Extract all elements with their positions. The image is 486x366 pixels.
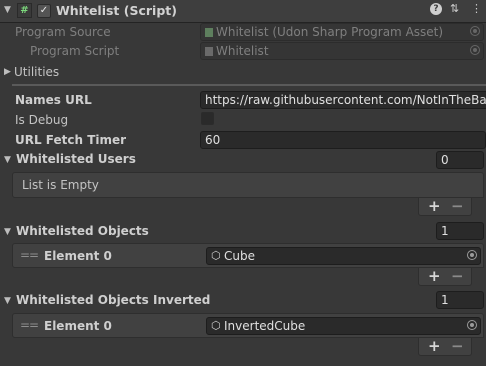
section-divider — [12, 84, 486, 86]
object-picker-icon[interactable] — [470, 45, 480, 55]
program-source-field[interactable]: Whitelist (Udon Sharp Program Asset) — [200, 23, 484, 41]
element-label: Element 0 — [44, 319, 112, 333]
object-picker-icon[interactable] — [467, 250, 477, 260]
whitelisted-objects-footer: + − — [418, 268, 472, 286]
component-header: ▼ # ✓ Whitelist (Script) ? ⇅ ⋮ — [0, 0, 486, 23]
whitelisted-users-label[interactable]: Whitelisted Users — [16, 152, 136, 166]
list-empty-text: List is Empty — [22, 178, 99, 192]
script-file-icon — [205, 47, 213, 56]
whitelisted-users-size[interactable]: 0 — [436, 151, 484, 169]
whitelisted-objects-inverted-label[interactable]: Whitelisted Objects Inverted — [16, 293, 210, 307]
foldout-arrow-icon[interactable]: ▼ — [4, 5, 11, 15]
object-picker-icon[interactable] — [467, 320, 477, 330]
element-label: Element 0 — [44, 249, 112, 263]
whitelisted-objects-inverted-size[interactable]: 1 — [436, 291, 484, 309]
whitelisted-objects-inverted-foldout-icon[interactable]: ▼ — [4, 296, 11, 306]
element-object-field[interactable]: ⬡ InvertedCube — [206, 317, 481, 335]
remove-element-button[interactable]: − — [451, 269, 464, 284]
remove-element-button[interactable]: − — [451, 199, 464, 214]
cube-icon: ⬡ — [211, 319, 221, 332]
context-menu-icon[interactable]: ⋮ — [471, 2, 482, 15]
element-value: Cube — [224, 249, 255, 263]
drag-handle-icon[interactable]: == — [20, 318, 39, 332]
utilities-foldout[interactable]: Utilities — [14, 65, 59, 79]
preset-settings-icon[interactable]: ⇅ — [450, 2, 459, 15]
object-picker-icon[interactable] — [470, 26, 480, 36]
udon-asset-icon — [205, 28, 213, 37]
is-debug-checkbox[interactable] — [201, 112, 214, 125]
drag-handle-icon[interactable]: == — [20, 248, 39, 262]
whitelisted-users-foldout-icon[interactable]: ▼ — [4, 155, 11, 165]
program-script-value: Whitelist — [216, 44, 269, 58]
url-fetch-timer-input[interactable]: 60 — [200, 131, 486, 149]
add-element-button[interactable]: + — [428, 199, 441, 214]
whitelisted-objects-inverted-list: == Element 0 ⬡ InvertedCube — [12, 313, 484, 338]
component-title: Whitelist (Script) — [56, 3, 177, 18]
program-source-label: Program Source — [15, 25, 111, 39]
names-url-label: Names URL — [15, 93, 92, 107]
whitelisted-objects-label[interactable]: Whitelisted Objects — [16, 224, 149, 238]
whitelisted-users-footer: + − — [418, 198, 472, 216]
remove-element-button[interactable]: − — [451, 339, 464, 354]
whitelisted-objects-list: == Element 0 ⬡ Cube — [12, 243, 484, 268]
program-source-value: Whitelist (Udon Sharp Program Asset) — [216, 25, 444, 39]
add-element-button[interactable]: + — [428, 269, 441, 284]
url-fetch-timer-label: URL Fetch Timer — [15, 133, 127, 147]
whitelisted-objects-inverted-footer: + − — [418, 338, 472, 356]
is-debug-label: Is Debug — [15, 113, 69, 127]
program-script-field[interactable]: Whitelist — [200, 42, 484, 60]
whitelisted-objects-foldout-icon[interactable]: ▼ — [4, 227, 11, 237]
add-element-button[interactable]: + — [428, 339, 441, 354]
names-url-input[interactable]: https://raw.githubusercontent.com/NotInT… — [200, 91, 486, 109]
program-script-label: Program Script — [30, 44, 120, 58]
cube-icon: ⬡ — [211, 249, 221, 262]
whitelisted-users-list: List is Empty — [12, 172, 484, 198]
help-icon[interactable]: ? — [430, 3, 442, 15]
utilities-foldout-icon[interactable]: ▶ — [4, 67, 11, 77]
whitelisted-objects-size[interactable]: 1 — [436, 222, 484, 240]
script-icon: # — [17, 3, 32, 18]
enabled-checkbox[interactable]: ✓ — [37, 4, 51, 18]
element-value: InvertedCube — [224, 319, 306, 333]
element-object-field[interactable]: ⬡ Cube — [206, 247, 481, 265]
